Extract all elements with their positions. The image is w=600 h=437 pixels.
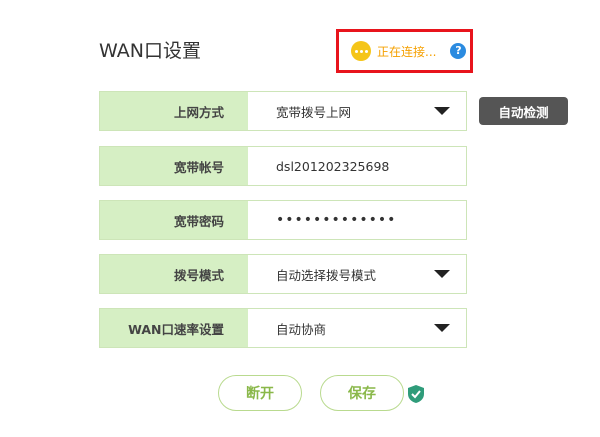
connection-status: 正在连接... ?: [336, 29, 473, 73]
field-internet-mode[interactable]: 上网方式 宽带拨号上网: [99, 91, 467, 131]
caret-down-icon[interactable]: [434, 270, 450, 278]
caret-down-icon[interactable]: [434, 324, 450, 332]
field-label: 上网方式: [100, 92, 248, 130]
shield-check-icon: [408, 385, 424, 403]
field-label: 拨号模式: [100, 255, 248, 293]
field-password[interactable]: 宽带密码 •••••••••••••: [99, 200, 467, 240]
auto-detect-button[interactable]: 自动检测: [479, 97, 568, 125]
dial-mode-select[interactable]: 自动选择拨号模式: [248, 255, 466, 293]
caret-down-icon[interactable]: [434, 107, 450, 115]
select-value: 自动协商: [276, 321, 327, 337]
internet-mode-select[interactable]: 宽带拨号上网: [248, 92, 466, 130]
account-input[interactable]: dsl201202325698: [248, 147, 466, 185]
field-label: 宽带帐号: [100, 147, 248, 185]
field-wan-speed[interactable]: WAN口速率设置 自动协商: [99, 308, 467, 348]
select-value: 自动选择拨号模式: [276, 267, 377, 283]
input-value: dsl201202325698: [276, 158, 390, 174]
field-account[interactable]: 宽带帐号 dsl201202325698: [99, 146, 467, 186]
status-text: 正在连接...: [377, 44, 437, 59]
connecting-icon: [351, 41, 371, 61]
field-label: WAN口速率设置: [100, 309, 248, 347]
input-value: •••••••••••••: [276, 212, 397, 228]
password-input[interactable]: •••••••••••••: [248, 201, 466, 239]
field-label: 宽带密码: [100, 201, 248, 239]
select-value: 宽带拨号上网: [276, 104, 352, 120]
disconnect-button[interactable]: 断开: [218, 375, 302, 411]
wan-speed-select[interactable]: 自动协商: [248, 309, 466, 347]
help-icon[interactable]: ?: [450, 43, 467, 59]
page-title: WAN口设置: [99, 40, 201, 62]
field-dial-mode[interactable]: 拨号模式 自动选择拨号模式: [99, 254, 467, 294]
save-button[interactable]: 保存: [320, 375, 404, 411]
